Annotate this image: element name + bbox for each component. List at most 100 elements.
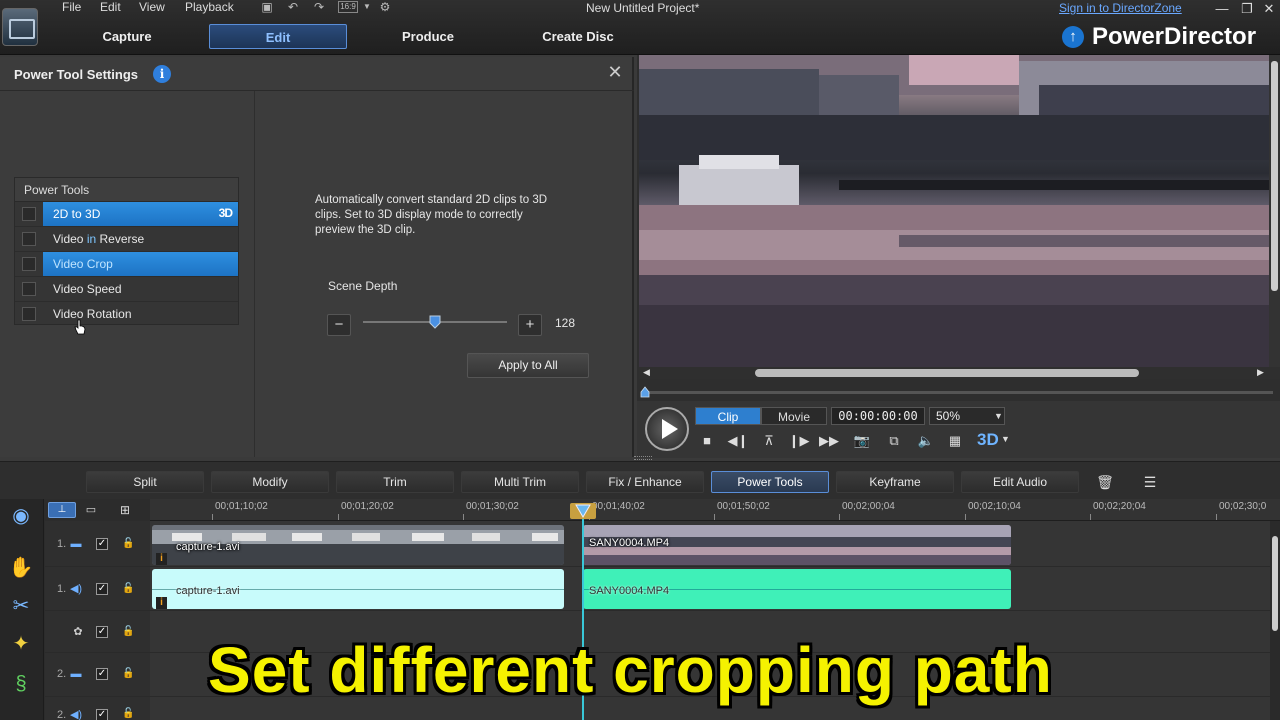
gear-icon[interactable]: ⚙ bbox=[378, 0, 392, 14]
audio-clip[interactable]: SANY0004.MP4 bbox=[583, 569, 1011, 609]
clip-mode-toggle[interactable]: Clip bbox=[695, 407, 761, 425]
next-frame-icon[interactable]: ❙▶ bbox=[788, 431, 810, 451]
clip-info-icon[interactable]: i bbox=[156, 553, 167, 565]
fix-enhance-button[interactable]: Fix / Enhance bbox=[586, 471, 704, 493]
tab-produce[interactable]: Produce bbox=[359, 24, 497, 49]
chevron-down-icon[interactable]: ▼ bbox=[1001, 434, 1010, 444]
menu-file[interactable]: File bbox=[62, 0, 81, 16]
storyboard-view-icon[interactable]: ▭ bbox=[82, 502, 100, 518]
tool-checkbox[interactable] bbox=[22, 232, 36, 246]
movie-mode-toggle[interactable]: Movie bbox=[761, 407, 827, 425]
tool-video-rotation[interactable]: Video Rotation bbox=[15, 302, 238, 327]
menu-playback[interactable]: Playback bbox=[185, 0, 234, 16]
undock-icon[interactable]: ⧉ bbox=[883, 431, 905, 451]
modify-button[interactable]: Modify bbox=[211, 471, 329, 493]
more-options-icon[interactable]: ☰ bbox=[1136, 471, 1164, 493]
stop-icon[interactable]: ■ bbox=[696, 431, 718, 451]
timeline-view-icon[interactable]: ⊥ bbox=[48, 502, 76, 518]
close-icon[interactable]: ✕ bbox=[606, 63, 624, 81]
tool-checkbox[interactable] bbox=[22, 307, 36, 321]
seek-bar[interactable] bbox=[645, 391, 1273, 394]
3d-mode-icon[interactable]: 3D bbox=[977, 430, 999, 450]
snapshot-camera-icon[interactable]: 📷 bbox=[851, 431, 873, 451]
lock-icon[interactable]: 🔓 bbox=[122, 669, 134, 679]
tool-label[interactable]: Video Crop bbox=[43, 252, 238, 276]
slider-thumb-icon[interactable] bbox=[429, 315, 441, 329]
edit-audio-button[interactable]: Edit Audio bbox=[961, 471, 1079, 493]
tool-video-crop[interactable]: Video Crop bbox=[15, 252, 238, 277]
scrollbar-thumb[interactable] bbox=[1271, 61, 1278, 291]
transition-icon[interactable]: ✂ bbox=[6, 591, 36, 621]
preview-vertical-scrollbar[interactable] bbox=[1269, 55, 1280, 367]
tool-label[interactable]: Video Rotation bbox=[43, 302, 238, 326]
tab-create-disc[interactable]: Create Disc bbox=[509, 24, 647, 49]
preview-horizontal-scrollbar[interactable]: ◀ ▶ bbox=[639, 367, 1280, 379]
tool-video-in-reverse[interactable]: Video in Reverse bbox=[15, 227, 238, 252]
track-enable-checkbox[interactable]: ✓ bbox=[96, 626, 108, 638]
scroll-right-icon[interactable]: ▶ bbox=[1257, 367, 1264, 378]
keyframe-button[interactable]: Keyframe bbox=[836, 471, 954, 493]
track-enable-checkbox[interactable]: ✓ bbox=[96, 668, 108, 680]
timeline-vertical-scrollbar[interactable] bbox=[1270, 521, 1280, 720]
playhead-handle-icon[interactable] bbox=[570, 503, 596, 519]
video-clip[interactable]: SANY0004.MP4 bbox=[583, 525, 1011, 565]
redo-icon[interactable]: ↷ bbox=[312, 0, 326, 14]
menu-edit[interactable]: Edit bbox=[100, 0, 121, 16]
chevron-down-icon[interactable]: ▼ bbox=[360, 0, 374, 14]
hand-tool-icon[interactable]: ✋ bbox=[6, 553, 36, 583]
tool-checkbox[interactable] bbox=[22, 282, 36, 296]
splitter-grip[interactable] bbox=[634, 456, 652, 460]
track-manager-icon[interactable]: ⊞ bbox=[114, 502, 136, 518]
tab-edit[interactable]: Edit bbox=[209, 24, 347, 49]
scroll-left-icon[interactable]: ◀ bbox=[643, 367, 650, 378]
trash-icon[interactable]: 🗑 bbox=[1091, 471, 1119, 493]
save-icon[interactable]: ▣ bbox=[260, 0, 274, 14]
tool-label[interactable]: Video in Reverse bbox=[43, 227, 238, 251]
effects-icon[interactable]: ✦ bbox=[6, 629, 36, 659]
aspect-ratio-icon[interactable]: 16:9 bbox=[338, 1, 358, 13]
apply-to-all-button[interactable]: Apply to All bbox=[467, 353, 589, 378]
scrollbar-thumb[interactable] bbox=[755, 369, 1139, 377]
app-logo-icon[interactable] bbox=[2, 8, 38, 46]
depth-minus-button[interactable]: − bbox=[327, 314, 351, 336]
track-enable-checkbox[interactable]: ✓ bbox=[96, 709, 108, 720]
scrollbar-thumb[interactable] bbox=[1272, 536, 1278, 631]
depth-plus-button[interactable]: + bbox=[518, 314, 542, 336]
lock-icon[interactable]: 🔓 bbox=[122, 584, 134, 594]
power-tools-button[interactable]: Power Tools bbox=[711, 471, 829, 493]
multi-trim-button[interactable]: Multi Trim bbox=[461, 471, 579, 493]
menu-view[interactable]: View bbox=[139, 0, 165, 16]
split-button[interactable]: Split bbox=[86, 471, 204, 493]
volume-icon[interactable]: 🔈 bbox=[915, 431, 937, 451]
tool-label[interactable]: Video Speed bbox=[43, 277, 238, 301]
seek-marker-icon[interactable] bbox=[640, 386, 650, 398]
lock-icon[interactable]: 🔓 bbox=[122, 709, 134, 719]
undo-icon[interactable]: ↶ bbox=[286, 0, 300, 14]
audio-clip[interactable]: capture-1.avi i bbox=[152, 569, 564, 609]
minimize-icon[interactable]: — bbox=[1211, 0, 1233, 18]
info-icon[interactable]: i bbox=[153, 65, 171, 83]
time-ruler[interactable]: 00;01;10;02 00;01;20;02 00;01;30;02 00;0… bbox=[150, 499, 1280, 521]
split-frame-icon[interactable]: ⊼ bbox=[758, 431, 780, 451]
tool-checkbox[interactable] bbox=[22, 207, 36, 221]
trim-button[interactable]: Trim bbox=[336, 471, 454, 493]
play-button[interactable] bbox=[645, 407, 689, 451]
fast-forward-icon[interactable]: ▶▶ bbox=[818, 431, 840, 451]
tool-label[interactable]: 2D to 3D 3D bbox=[43, 202, 238, 226]
previous-frame-icon[interactable]: ◀❙ bbox=[727, 431, 749, 451]
media-room-icon[interactable]: ◉ bbox=[6, 501, 36, 531]
zoom-select[interactable]: 50% ▼ bbox=[929, 407, 1005, 425]
close-window-icon[interactable]: ✕ bbox=[1258, 0, 1280, 18]
track-enable-checkbox[interactable]: ✓ bbox=[96, 583, 108, 595]
upgrade-arrow-icon[interactable]: ↑ bbox=[1062, 26, 1084, 48]
maximize-icon[interactable]: ❐ bbox=[1236, 0, 1258, 18]
tool-video-speed[interactable]: Video Speed bbox=[15, 277, 238, 302]
tool-2d-to-3d[interactable]: 2D to 3D 3D bbox=[15, 202, 238, 227]
lock-icon[interactable]: 🔓 bbox=[122, 627, 134, 637]
clip-info-icon[interactable]: i bbox=[156, 597, 167, 609]
video-clip[interactable]: capture-1.avi i bbox=[152, 525, 564, 565]
display-settings-icon[interactable]: ▦ bbox=[944, 431, 966, 451]
video-preview[interactable] bbox=[639, 55, 1271, 367]
sign-in-link[interactable]: Sign in to DirectorZone bbox=[1059, 1, 1182, 15]
tab-capture[interactable]: Capture bbox=[58, 24, 196, 49]
